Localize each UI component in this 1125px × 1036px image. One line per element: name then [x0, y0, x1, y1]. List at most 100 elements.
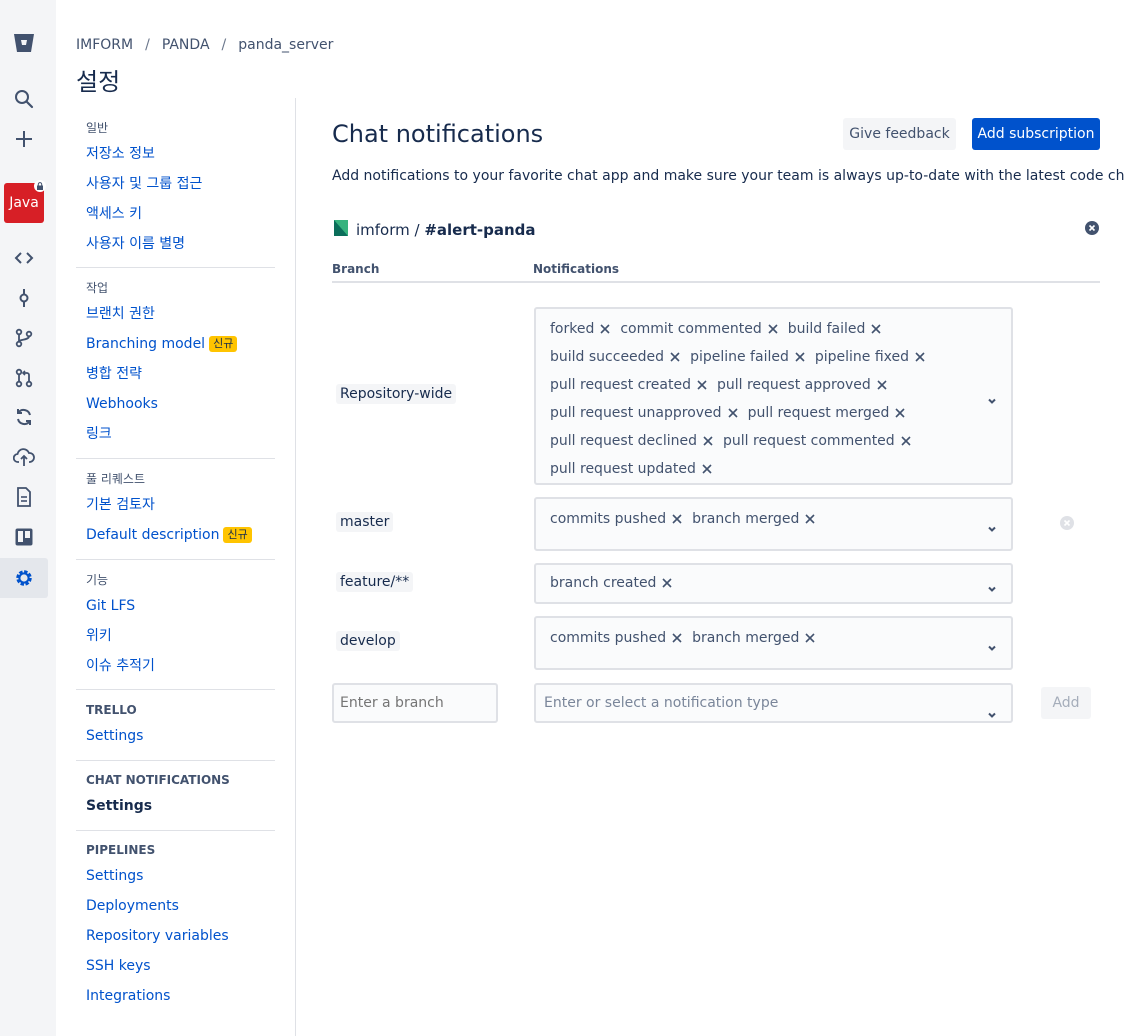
- sidebar-item-links[interactable]: 링크: [86, 419, 265, 449]
- remove-tag-icon[interactable]: [727, 408, 738, 418]
- bitbucket-logo-icon[interactable]: [0, 23, 48, 63]
- sidebar-item-user-group-access[interactable]: 사용자 및 그룹 접근: [86, 169, 265, 199]
- breadcrumb-separator: /: [145, 37, 150, 53]
- branch-input[interactable]: [332, 683, 498, 723]
- notification-tag: pull request approved: [717, 371, 887, 399]
- notification-tag-label: pull request declined: [550, 433, 698, 449]
- notification-tag: commits pushed: [550, 505, 682, 533]
- branches-icon[interactable]: [0, 318, 48, 358]
- deployments-icon[interactable]: [0, 437, 48, 477]
- sidebar-item-wiki[interactable]: 위키: [86, 621, 265, 651]
- remove-tag-icon[interactable]: [871, 324, 881, 334]
- add-row-button[interactable]: Add: [1041, 687, 1091, 719]
- channel-name: #alert-panda: [424, 221, 536, 239]
- remove-tag-icon[interactable]: [877, 380, 887, 390]
- remove-tag-icon[interactable]: [662, 578, 673, 588]
- remove-tag-icon[interactable]: [703, 436, 713, 446]
- search-icon[interactable]: [0, 79, 48, 119]
- sidebar-item-git-lfs[interactable]: Git LFS: [86, 591, 265, 621]
- subscription-header: imform / #alert-panda: [332, 219, 536, 241]
- sidebar-item-issue-tracker[interactable]: 이슈 추적기: [86, 651, 265, 681]
- trello-board-icon[interactable]: [0, 517, 48, 557]
- remove-tag-icon[interactable]: [795, 352, 805, 362]
- notification-tag-label: pull request approved: [716, 377, 871, 393]
- remove-row-icon[interactable]: [1060, 516, 1074, 530]
- remove-tag-icon[interactable]: [901, 436, 911, 446]
- tag-list: commits pushed branch merged: [550, 624, 971, 652]
- notification-tag-label: branch merged: [692, 511, 800, 527]
- repo-avatar[interactable]: Java: [4, 180, 46, 223]
- sidebar-item-branching-model[interactable]: Branching model 신규: [86, 329, 265, 359]
- remove-tag-icon[interactable]: [600, 324, 610, 334]
- sidebar-heading: 풀 리퀘스트: [86, 472, 146, 486]
- notification-tag: commit commented: [620, 315, 778, 343]
- settings-icon[interactable]: [0, 558, 48, 598]
- sidebar-item-branch-permissions[interactable]: 브랜치 권한: [86, 299, 265, 329]
- source-icon[interactable]: [0, 238, 48, 278]
- divider: [332, 281, 1100, 283]
- breadcrumb-project[interactable]: PANDA: [162, 37, 210, 53]
- commits-icon[interactable]: [0, 278, 48, 318]
- pull-requests-icon[interactable]: [0, 358, 48, 398]
- pipelines-icon[interactable]: [0, 397, 48, 437]
- chat-notifications-title: Chat notifications: [332, 120, 544, 148]
- breadcrumb-repository[interactable]: panda_server: [238, 37, 333, 53]
- branch-label: develop: [336, 631, 400, 651]
- remove-tag-icon[interactable]: [702, 464, 712, 474]
- remove-tag-icon[interactable]: [672, 514, 682, 524]
- remove-tag-icon[interactable]: [697, 380, 707, 390]
- notification-type-select[interactable]: branch created: [534, 563, 1013, 604]
- slack-flag-icon: [332, 219, 350, 241]
- add-subscription-button[interactable]: Add subscription: [972, 118, 1100, 150]
- branch-label: master: [336, 512, 394, 532]
- remove-tag-icon[interactable]: [672, 633, 682, 643]
- notification-tag-label: commits pushed: [550, 511, 667, 527]
- notification-tag: commits pushed: [550, 624, 682, 652]
- settings-sidebar: 일반 저장소 정보 사용자 및 그룹 접근 액세스 키 사용자 이름 별명 작업…: [76, 98, 296, 1036]
- notification-tag: pull request declined: [550, 427, 713, 455]
- notification-type-select[interactable]: commits pushed branch merged: [534, 616, 1013, 670]
- description-text: Add notifications to your favorite chat …: [332, 168, 1125, 184]
- sidebar-item-trello-settings[interactable]: Settings: [86, 721, 265, 751]
- breadcrumb-workspace[interactable]: IMFORM: [76, 37, 133, 53]
- repo-avatar-label: Java: [9, 195, 39, 211]
- sidebar-item-default-description[interactable]: Default description 신규: [86, 520, 265, 550]
- page-title: 설정: [76, 68, 121, 96]
- wiki-icon[interactable]: [0, 477, 48, 517]
- remove-tag-icon[interactable]: [768, 324, 778, 334]
- sidebar-item-username-aliases[interactable]: 사용자 이름 별명: [86, 229, 265, 259]
- chevron-down-icon[interactable]: [987, 519, 997, 538]
- notification-type-input[interactable]: Enter or select a notification type: [534, 683, 1013, 723]
- sidebar-item-default-reviewers[interactable]: 기본 검토자: [86, 490, 265, 520]
- sidebar-item-webhooks[interactable]: Webhooks: [86, 389, 265, 419]
- sidebar-item-deployments[interactable]: Deployments: [86, 891, 265, 921]
- sidebar-heading: 작업: [86, 281, 109, 295]
- remove-tag-icon[interactable]: [895, 408, 905, 418]
- notification-type-select[interactable]: commits pushed branch merged: [534, 497, 1013, 551]
- sidebar-item-integrations[interactable]: Integrations: [86, 981, 265, 1011]
- notification-tag: branch merged: [692, 505, 815, 533]
- notification-tag-label: build succeeded: [550, 349, 665, 365]
- plus-icon[interactable]: [0, 119, 48, 159]
- remove-tag-icon[interactable]: [670, 352, 680, 362]
- chevron-down-icon[interactable]: [987, 698, 997, 734]
- sidebar-item-repository-details[interactable]: 저장소 정보: [86, 139, 265, 169]
- sidebar-item-repository-variables[interactable]: Repository variables: [86, 921, 265, 951]
- remove-tag-icon[interactable]: [805, 514, 815, 524]
- sidebar-item-access-keys[interactable]: 액세스 키: [86, 199, 265, 229]
- remove-subscription-icon[interactable]: [1085, 221, 1099, 235]
- chevron-down-icon[interactable]: [987, 638, 997, 657]
- remove-tag-icon[interactable]: [915, 352, 925, 362]
- notification-type-select[interactable]: forked commit commented build failed build …: [534, 307, 1013, 485]
- workspace-name: imform /: [356, 221, 425, 239]
- notification-tag-label: branch merged: [692, 630, 800, 646]
- sidebar-item-merge-strategies[interactable]: 병합 전략: [86, 359, 265, 389]
- give-feedback-button[interactable]: Give feedback: [843, 118, 956, 150]
- notification-tag: forked: [550, 315, 610, 343]
- chevron-down-icon[interactable]: [987, 391, 997, 410]
- remove-tag-icon[interactable]: [805, 633, 815, 643]
- sidebar-item-chat-notifications-settings[interactable]: Settings: [86, 791, 265, 821]
- sidebar-item-ssh-keys[interactable]: SSH keys: [86, 951, 265, 981]
- chevron-down-icon[interactable]: [987, 579, 997, 598]
- sidebar-item-pipelines-settings[interactable]: Settings: [86, 861, 265, 891]
